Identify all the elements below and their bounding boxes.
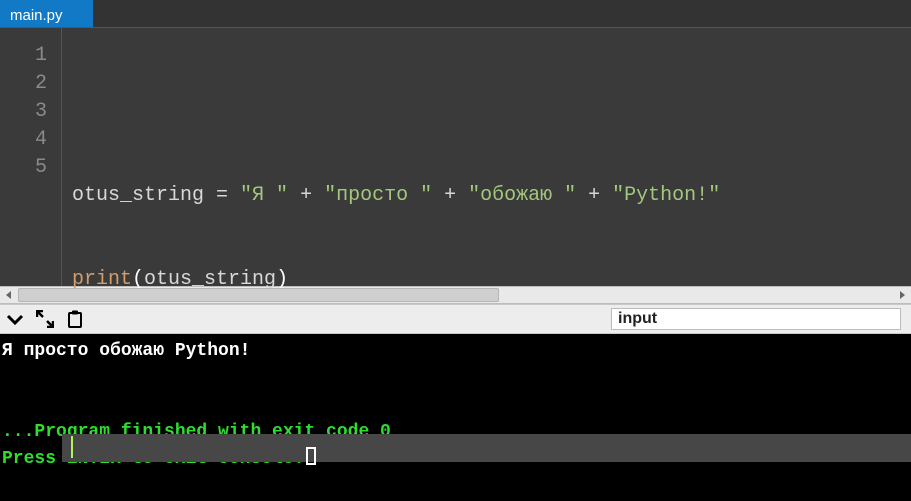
code-line-4 <box>72 350 905 378</box>
fullscreen-button[interactable] <box>30 304 60 334</box>
line-number-gutter: 1 2 3 4 5 <box>0 28 62 286</box>
scroll-left-button[interactable] <box>0 287 18 303</box>
scroll-track[interactable] <box>18 287 893 303</box>
tab-strip: main.py <box>0 0 911 28</box>
editor-caret <box>71 436 73 458</box>
expand-icon <box>36 310 54 328</box>
code-line-5 <box>62 434 911 462</box>
scroll-thumb[interactable] <box>18 288 499 302</box>
token-operator: + <box>288 184 324 207</box>
horizontal-scrollbar[interactable] <box>0 286 911 304</box>
token-operator: + <box>432 184 468 207</box>
code-editor[interactable]: 1 2 3 4 5 otus_string = "Я " + "просто "… <box>0 28 911 286</box>
token-string: "Я " <box>240 184 288 207</box>
line-number: 1 <box>0 42 47 70</box>
line-number: 5 <box>0 154 47 182</box>
code-area[interactable]: otus_string = "Я " + "просто " + "обожаю… <box>62 28 911 286</box>
token-string: "просто " <box>324 184 432 207</box>
token-operator: = <box>204 184 240 207</box>
console-cursor <box>306 447 316 465</box>
triangle-left-icon <box>5 291 13 299</box>
token-identifier: otus_string <box>72 184 204 207</box>
tab-main-py[interactable]: main.py <box>0 0 93 27</box>
token-string: "обожаю " <box>468 184 576 207</box>
collapse-button[interactable] <box>0 304 30 334</box>
line-number: 2 <box>0 70 47 98</box>
tab-label: main.py <box>10 7 63 24</box>
line-number: 3 <box>0 98 47 126</box>
token-string: "Python!" <box>612 184 720 207</box>
code-line-2: otus_string = "Я " + "просто " + "обожаю… <box>72 182 905 210</box>
chevron-down-icon <box>6 313 24 325</box>
token-operator: + <box>576 184 612 207</box>
code-line-1 <box>72 98 905 126</box>
line-number: 4 <box>0 126 47 154</box>
